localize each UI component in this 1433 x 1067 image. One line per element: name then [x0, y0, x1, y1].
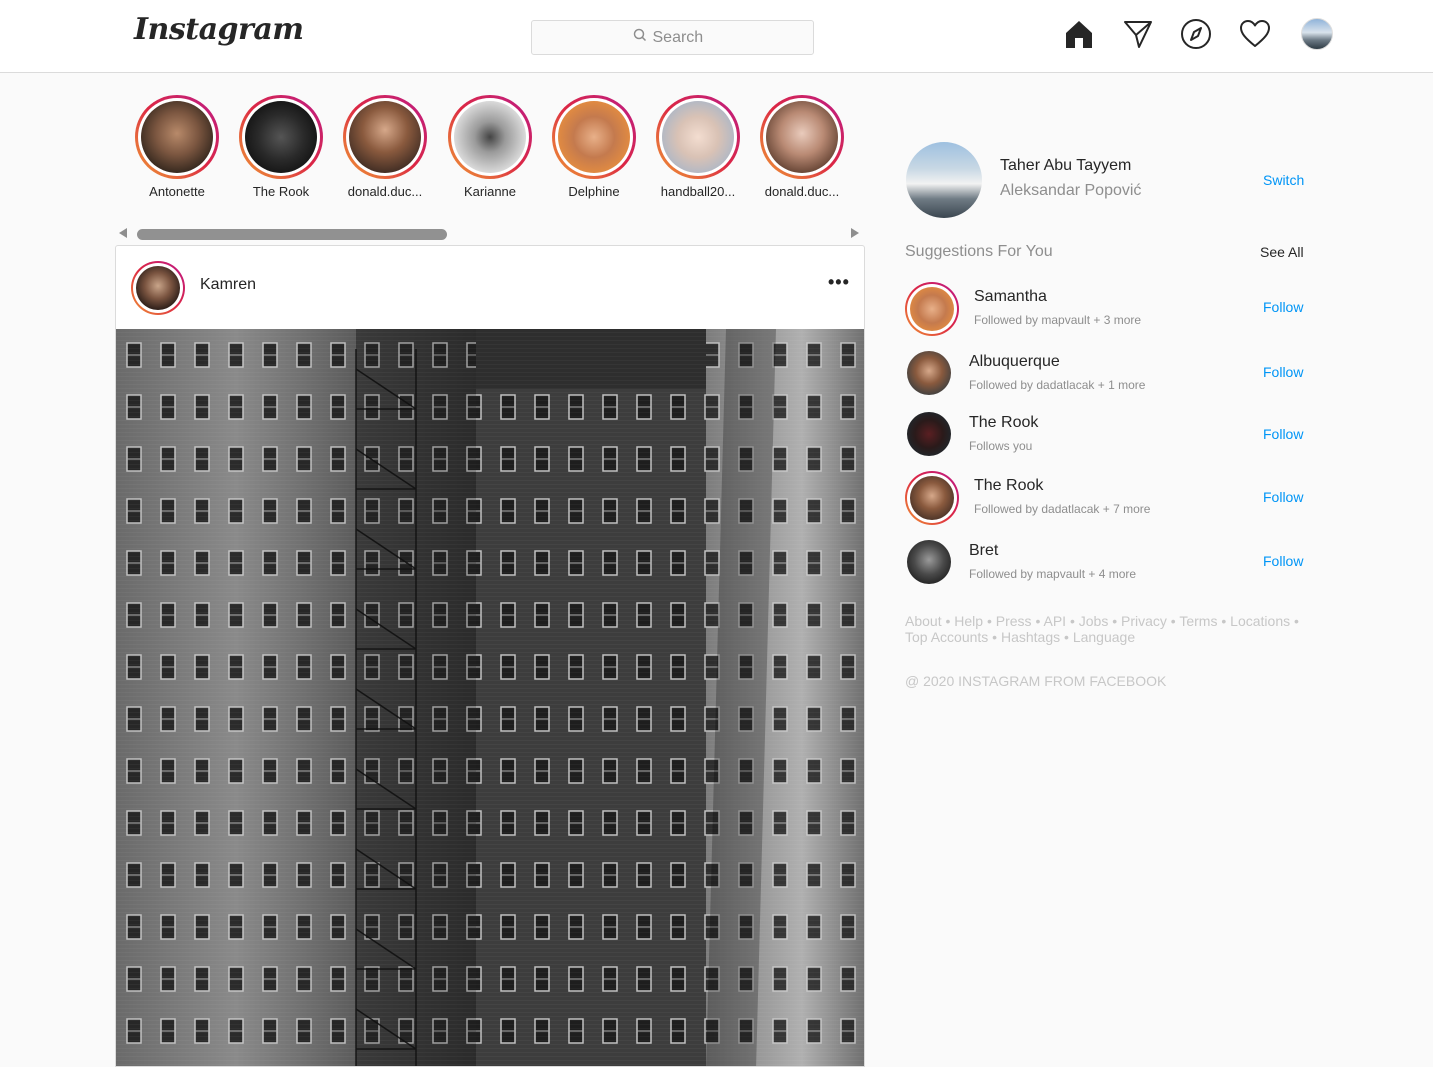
post-header: Kamren ••• [116, 246, 864, 329]
explore-compass-icon[interactable] [1180, 18, 1212, 50]
suggestion-username[interactable]: Albuquerque [969, 353, 1060, 371]
footer-link-press[interactable]: Press [996, 613, 1032, 629]
footer-link-top-accounts[interactable]: Top Accounts [905, 629, 988, 645]
suggestion-row: Bret Followed by mapvault + 4 more Follo… [905, 539, 1305, 595]
follow-button[interactable]: Follow [1263, 553, 1303, 569]
footer-links: About • Help • Press • API • Jobs • Priv… [905, 613, 1299, 645]
story-item[interactable]: Karianne [438, 95, 542, 199]
footer-link-api[interactable]: API [1043, 613, 1066, 629]
follow-button[interactable]: Follow [1263, 364, 1303, 380]
story-item[interactable]: The Rook [229, 95, 333, 199]
footer-link-hashtags[interactable]: Hashtags [1001, 629, 1060, 645]
suggestion-row: The Rook Follows you Follow [905, 411, 1305, 467]
story-username: donald.duc... [764, 184, 840, 199]
current-user-fullname: Aleksandar Popović [1000, 182, 1142, 199]
story-username: Delphine [568, 184, 620, 199]
suggestion-subtext: Followed by mapvault + 4 more [969, 567, 1137, 581]
story-username: handball20... [660, 184, 736, 199]
copyright-text: @ 2020 INSTAGRAM FROM FACEBOOK [905, 673, 1167, 689]
search-icon [633, 28, 647, 47]
follow-button[interactable]: Follow [1263, 489, 1303, 505]
current-user-username[interactable]: Taher Abu Tayyem [1000, 157, 1131, 175]
story-avatar [662, 101, 734, 173]
story-username: Antonette [149, 184, 205, 199]
story-avatar [141, 101, 213, 173]
suggestion-row: Samantha Followed by mapvault + 3 more F… [905, 282, 1305, 338]
activity-heart-icon[interactable] [1239, 18, 1271, 50]
post-options-icon[interactable]: ••• [828, 273, 850, 291]
story-avatar [454, 101, 526, 173]
post-author-username[interactable]: Kamren [200, 276, 256, 294]
search-bar[interactable] [531, 20, 814, 55]
suggestion-subtext: Followed by mapvault + 3 more [974, 313, 1142, 327]
suggestion-row: The Rook Followed by dadatlacak + 7 more… [905, 471, 1305, 527]
footer-link-privacy[interactable]: Privacy [1121, 613, 1167, 629]
suggestion-avatar[interactable] [905, 471, 959, 525]
story-username: The Rook [252, 184, 310, 199]
instagram-logo[interactable]: Instagram [134, 12, 304, 47]
story-avatar [245, 101, 317, 173]
suggestion-username[interactable]: The Rook [974, 477, 1043, 495]
story-item[interactable]: handball20... [646, 95, 750, 199]
follow-button[interactable]: Follow [1263, 426, 1303, 442]
story-username: donald.duc... [347, 184, 423, 199]
see-all-link[interactable]: See All [1260, 244, 1304, 260]
story-item[interactable]: donald.duc... [750, 95, 854, 199]
stories-scrollbar-thumb[interactable] [137, 229, 447, 240]
footer-link-language[interactable]: Language [1073, 629, 1135, 645]
suggestion-subtext: Followed by dadatlacak + 1 more [969, 378, 1146, 392]
stories-scroll-left-arrow[interactable] [119, 228, 127, 238]
follow-button[interactable]: Follow [1263, 299, 1303, 315]
story-avatar [558, 101, 630, 173]
search-input[interactable] [652, 28, 713, 47]
footer-link-jobs[interactable]: Jobs [1079, 613, 1109, 629]
suggestions-heading: Suggestions For You [905, 243, 1053, 260]
suggestion-subtext: Follows you [969, 439, 1033, 453]
story-item[interactable]: donald.duc... [333, 95, 437, 199]
home-icon[interactable] [1063, 18, 1095, 50]
switch-account-button[interactable]: Switch [1263, 172, 1304, 188]
post-author-avatar[interactable] [131, 261, 185, 315]
suggestion-row: Albuquerque Followed by dadatlacak + 1 m… [905, 350, 1305, 406]
top-navbar: Instagram [0, 0, 1433, 73]
story-item[interactable]: Antonette [125, 95, 229, 199]
direct-message-icon[interactable] [1122, 18, 1154, 50]
suggestion-avatar[interactable] [907, 351, 951, 395]
suggestion-subtext: Followed by dadatlacak + 7 more [974, 502, 1151, 516]
suggestion-username[interactable]: Bret [969, 542, 998, 560]
footer-link-about[interactable]: About [905, 613, 942, 629]
suggestion-avatar[interactable] [905, 282, 959, 336]
suggestion-avatar[interactable] [907, 412, 951, 456]
post-photo[interactable] [116, 329, 864, 1066]
story-username: Karianne [463, 184, 517, 199]
story-avatar [766, 101, 838, 173]
profile-avatar[interactable] [1301, 18, 1333, 50]
footer-link-terms[interactable]: Terms [1179, 613, 1217, 629]
suggestion-username[interactable]: The Rook [969, 414, 1038, 432]
feed-post: Kamren ••• [115, 245, 865, 1067]
current-user-avatar[interactable] [906, 142, 982, 218]
footer-link-help[interactable]: Help [954, 613, 983, 629]
suggestion-username[interactable]: Samantha [974, 288, 1047, 306]
stories-scroll-right-arrow[interactable] [851, 228, 859, 238]
story-avatar [349, 101, 421, 173]
suggestion-avatar[interactable] [907, 540, 951, 584]
story-item[interactable]: Delphine [542, 95, 646, 199]
footer-link-locations[interactable]: Locations [1230, 613, 1290, 629]
